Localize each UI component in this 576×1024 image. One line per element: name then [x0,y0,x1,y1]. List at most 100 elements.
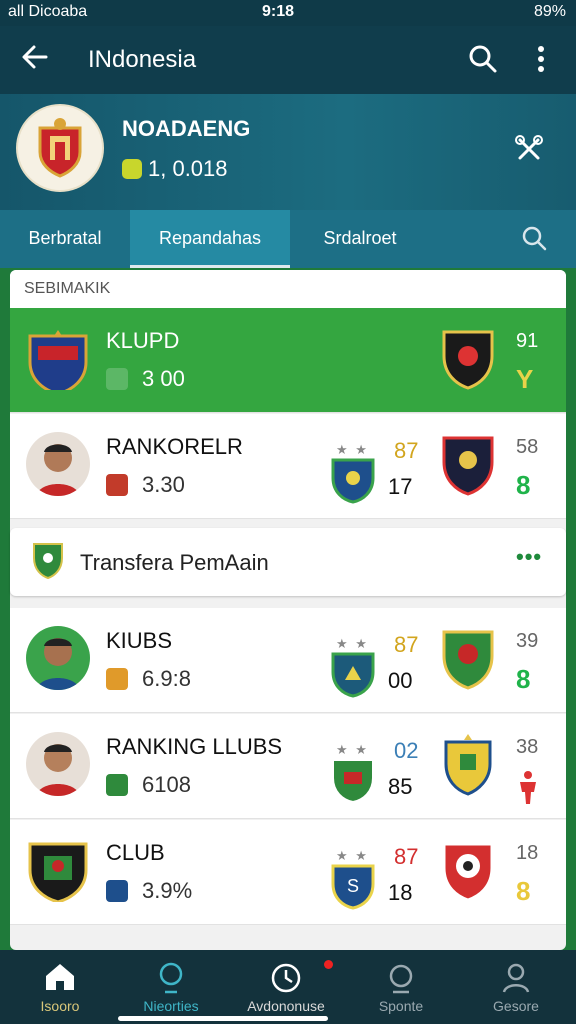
club-value-text: 1, 0.018 [148,156,228,181]
more-vert-icon[interactable] [528,42,554,81]
nav-label: Sponte [378,998,424,1014]
row-sub: 3.9% [106,878,192,904]
club-badge: S [330,862,376,910]
clock: 9:18 [262,3,295,20]
row-name: KLUPD [106,328,180,353]
row-rank: 87 [394,844,419,869]
club-name: NOADAENG [122,116,251,141]
coin-icon [122,159,142,179]
nav-profile[interactable]: Gesore [466,950,566,1024]
club-badge [330,756,376,804]
row-sub-text: 3.9% [142,878,193,903]
home-icon [44,962,76,995]
row-sub: 6108 [106,772,191,798]
row-rank: 87 [394,438,419,463]
row-score: 17 [388,474,413,499]
club-badge [330,456,376,504]
table-row[interactable]: KIUBS 6.9:8 ★ ★ 87 00 39 8 [10,608,566,713]
row-name: KIUBS [106,628,173,653]
club-crest [26,326,90,390]
nav-home[interactable]: Isooro [10,950,110,1024]
row-sub: 6.9:8 [106,666,191,692]
player-icon [516,770,540,811]
nav-sports[interactable]: Sponte [351,950,451,1024]
tab-0[interactable]: Berbratal [0,210,130,268]
row-mini: 8 [516,664,531,694]
tab-1-active[interactable]: Repandahas [130,210,290,268]
tab-2[interactable]: Srdalroet [290,210,430,268]
table-row[interactable]: CLUB 3.9% ★ ★ S 87 18 18 8 [10,820,566,925]
row-mini: Y [516,364,534,394]
user-icon [500,962,532,997]
tab-bar: Berbratal Repandahas Srdalroet [0,210,576,268]
row-sub: 3.30 [106,472,185,498]
nav-label: Gesore [493,998,539,1014]
opponent-crest [440,326,496,392]
row-sub: 3 00 [106,366,185,392]
shield-icon [106,774,128,796]
row-sub-text: 3.30 [142,472,185,497]
row-sub-text: 6108 [142,772,191,797]
home-indicator[interactable] [118,1016,328,1021]
shield-icon [106,668,128,690]
opponent-crest [440,626,496,692]
shield-icon [32,542,64,580]
row-mini: 8 [516,876,531,906]
opponent-crest [440,432,496,498]
nav-label: Isooro [40,998,80,1014]
row-number: 39 [516,630,539,652]
row-number: 58 [516,436,539,458]
row-name: CLUB [106,840,165,865]
row-score: 00 [388,668,413,693]
shield-icon [106,474,128,496]
svg-text:S: S [347,876,359,896]
avatar [26,732,90,796]
row-score: 85 [388,774,413,799]
club-badge [330,650,376,698]
row-score: 18 [388,880,413,905]
row-name: RANKING LLUBS [106,734,283,759]
carrier-label: all Dicoaba [8,3,88,20]
row-number: 91 [516,330,539,352]
page-title: INdonesia [88,46,197,73]
row-rank: 87 [394,632,419,657]
shield-icon [106,368,128,390]
shield-icon [106,880,128,902]
row-sub-text: 3 00 [142,366,185,391]
app-bar: INdonesia [0,26,576,94]
search-icon[interactable] [466,42,500,81]
battery-label: 89% [533,3,566,20]
opponent-crest [440,838,496,904]
club-value: 1, 0.018 [122,156,228,182]
search-icon [385,962,417,997]
transfer-label: Transfera PemAain [80,550,269,575]
nav-label: Avdononuse [247,998,325,1014]
section-header: SEBIMAKIK [10,270,566,308]
row-mini: 8 [516,470,531,500]
section-label: SEBIMAKIK [24,280,111,297]
row-number: 18 [516,842,539,864]
opponent-crest [440,732,496,798]
row-rank: 02 [394,738,419,763]
club-header: NOADAENG 1, 0.018 [0,94,576,210]
table-row[interactable]: RANKORELR 3.30 ★ ★ 87 17 58 8 [10,414,566,519]
row-name: RANKORELR [106,434,243,459]
table-row[interactable]: RANKING LLUBS 6108 ★ ★ 02 85 38 [10,714,566,819]
avatar [26,432,90,496]
row-sub-text: 6.9:8 [142,666,191,691]
more-icon[interactable]: ••• [516,544,542,570]
notification-dot [324,960,333,969]
table-row[interactable]: KLUPD 3 00 91 Y [10,308,566,413]
search-icon[interactable] [520,224,548,257]
club-logo [18,106,102,190]
club-crest [26,838,90,902]
nav-schedule[interactable]: Avdononuse [236,950,336,1024]
bottom-navigation: Isooro Nieorties Avdononuse Sponte Gesor… [0,950,576,1024]
row-number: 38 [516,736,539,758]
location-icon [155,962,187,997]
nav-label: Nieorties [143,998,199,1014]
transfer-card[interactable]: Transfera PemAain ••• [10,528,566,596]
nav-news[interactable]: Nieorties [121,950,221,1024]
arrow-left-icon[interactable] [18,40,52,79]
tools-icon[interactable] [512,132,546,171]
